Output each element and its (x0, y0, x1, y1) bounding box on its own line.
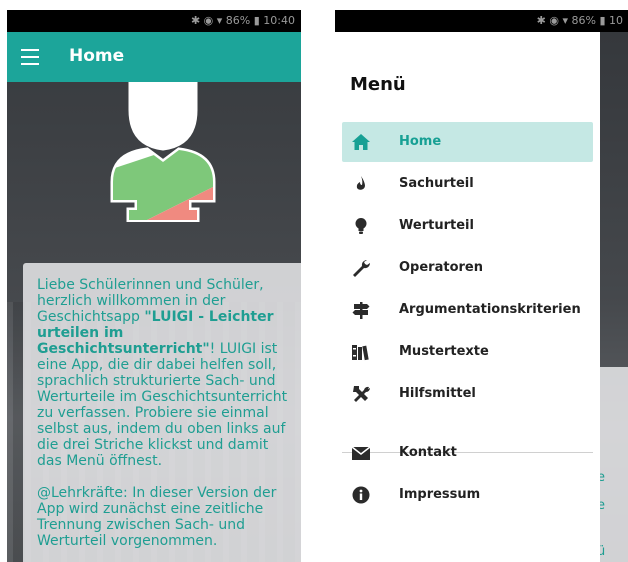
nav-item-mustertexte[interactable]: Mustertexte (342, 332, 593, 372)
info-icon (352, 486, 370, 504)
navigation-drawer: Menü Home Sachurteil Werturteil Operator… (335, 32, 600, 562)
welcome-card: Liebe Schülerinnen und Schüler, herzlich… (23, 263, 301, 562)
nav-item-kontakt[interactable]: Kontakt (342, 433, 593, 473)
lightbulb-icon (355, 218, 367, 234)
nav-item-sachurteil[interactable]: Sachurteil (342, 164, 593, 204)
flame-icon (356, 176, 365, 190)
books-icon (352, 345, 369, 361)
nav-item-impressum[interactable]: Impressum (342, 475, 593, 515)
bust-logo-icon (110, 82, 216, 222)
drawer-title: Menü (350, 74, 406, 95)
status-bar: ✱ ◉ ▾ 86% ▮ 10:40 (7, 10, 301, 32)
welcome-card-peek (600, 367, 628, 562)
teacher-note: @Lehrkräfte: In dieser Version der App w… (37, 485, 277, 549)
nav-item-home[interactable]: Home (342, 122, 593, 162)
mail-icon (351, 446, 371, 460)
nav-item-hilfsmittel[interactable]: Hilfsmittel (342, 374, 593, 414)
nav-item-argumentationskriterien[interactable]: Argumentationskriterien (342, 290, 593, 330)
signpost-icon (352, 302, 370, 319)
nav-item-operatoren[interactable]: Operatoren (342, 248, 593, 288)
status-bar: ✱ ◉ ▾ 86% ▮ 10 (335, 10, 628, 32)
home-icon (352, 134, 370, 150)
nav-item-werturteil[interactable]: Werturteil (342, 206, 593, 246)
tools-icon (353, 386, 370, 402)
menu-screen: ✱ ◉ ▾ 86% ▮ 10 e e ü Menü Home Sachurtei… (335, 10, 628, 562)
app-bar: Home (7, 32, 301, 82)
welcome-text: Liebe Schülerinnen und Schüler, herzlich… (37, 277, 292, 549)
hamburger-menu-icon[interactable] (21, 49, 39, 65)
page-title: Home (69, 46, 125, 66)
home-screen: ✱ ◉ ▾ 86% ▮ 10:40 Home Liebe Schülerinne… (7, 10, 301, 562)
wrench-icon (353, 259, 371, 277)
